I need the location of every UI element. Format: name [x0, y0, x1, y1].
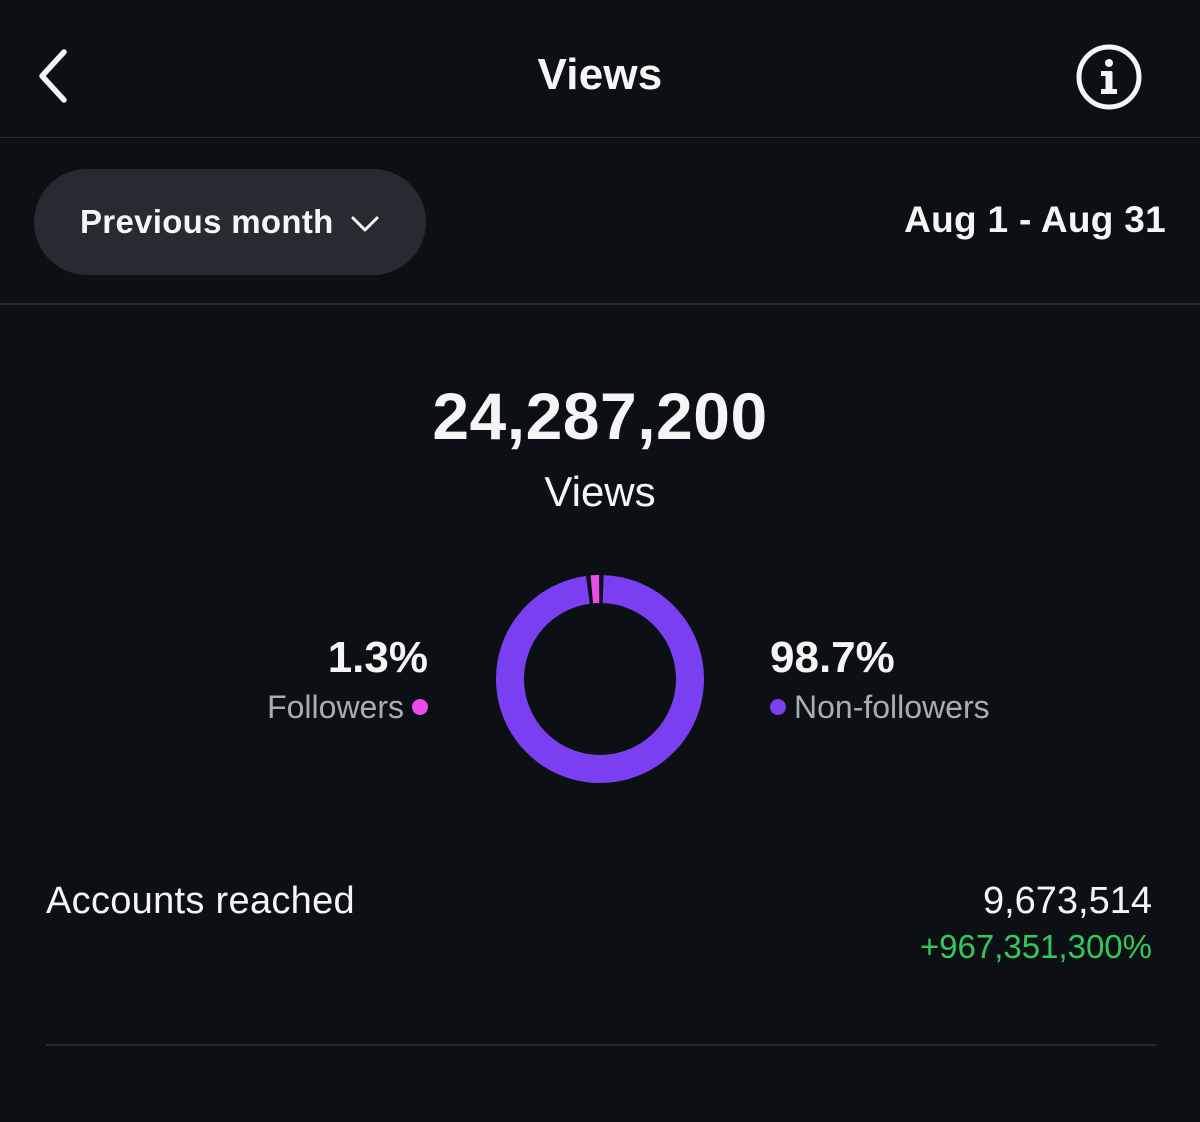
page-title: Views [537, 50, 663, 99]
date-filter-row: Previous month Aug 1 - Aug 31 [0, 139, 1200, 305]
top-bar: Views [0, 0, 1200, 138]
accounts-reached-value: 9,673,514 [982, 880, 1152, 922]
non-followers-percent: 98.7% [770, 633, 895, 682]
followers-dot [412, 699, 428, 715]
followers-legend: 1.3% Followers [267, 632, 428, 730]
period-dropdown-label: Previous month [80, 203, 334, 240]
non-followers-label: Non-followers [794, 689, 990, 725]
info-button[interactable] [1074, 42, 1144, 112]
views-donut-chart [496, 575, 704, 783]
non-followers-legend-row: Non-followers [770, 684, 990, 730]
non-followers-legend: 98.7% Non-followers [770, 632, 990, 730]
non-followers-segment [496, 575, 704, 783]
total-views-value: 24,287,200 [432, 379, 768, 453]
non-followers-dot [770, 699, 786, 715]
total-views-label: Views [544, 468, 656, 515]
followers-percent: 1.3% [327, 633, 428, 682]
followers-label: Followers [267, 689, 404, 725]
accounts-reached-change: +967,351,300% [919, 928, 1152, 965]
accounts-reached-label: Accounts reached [46, 880, 355, 922]
views-insights-screen: Views Previous month Aug 1 - Aug 31 24,2… [0, 0, 1200, 1122]
chevron-down-icon [351, 216, 379, 232]
followers-legend-row: Followers [267, 684, 428, 730]
period-dropdown[interactable]: Previous month [34, 169, 426, 275]
date-range: Aug 1 - Aug 31 [904, 199, 1166, 240]
info-icon [1076, 44, 1142, 110]
divider [46, 1044, 1156, 1046]
